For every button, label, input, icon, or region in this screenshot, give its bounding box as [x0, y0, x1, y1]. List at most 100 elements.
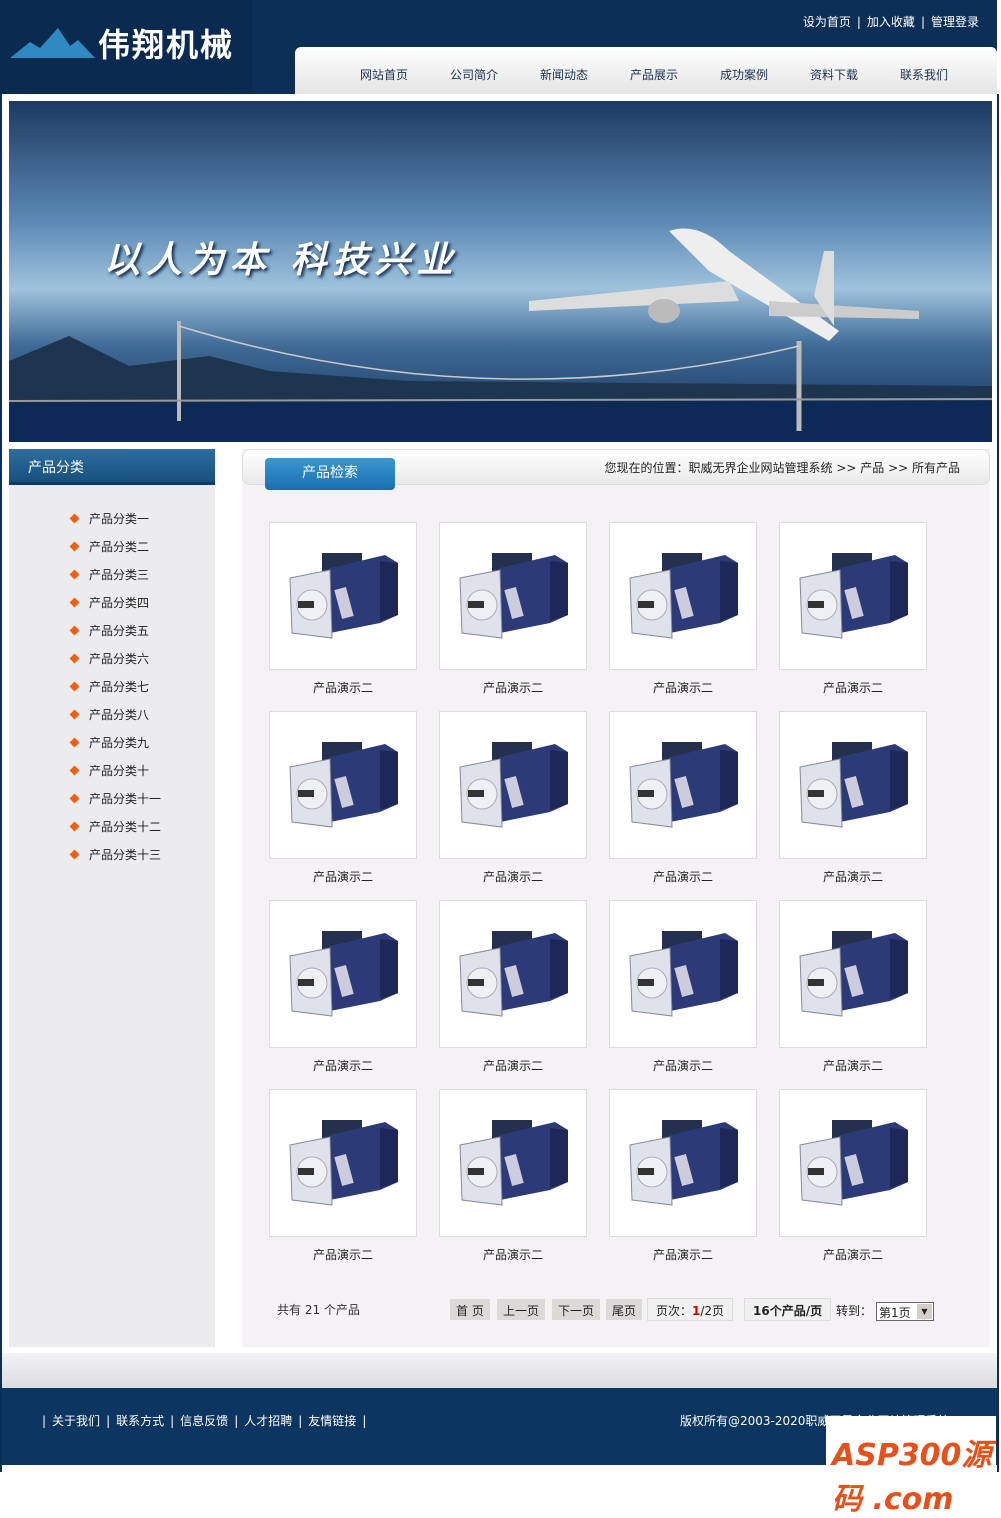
main-nav: 网站首页 公司简介 新闻动态 产品展示 成功案例 资料下载 联系我们: [295, 47, 997, 94]
motor-product-image: [459, 742, 568, 828]
nav-news[interactable]: 新闻动态: [519, 66, 609, 94]
sidebar-category-item[interactable]: 产品分类十三: [69, 840, 161, 868]
bullet-diamond-icon: [69, 849, 80, 859]
product-card[interactable]: [439, 522, 587, 670]
product-name[interactable]: 产品演示二: [609, 1057, 757, 1074]
product-card[interactable]: [439, 711, 587, 859]
last-page-button[interactable]: 尾页: [606, 1299, 643, 1320]
motor-product-image: [459, 1120, 568, 1206]
page-label: 页次：: [656, 1304, 693, 1318]
bullet-diamond-icon: [69, 597, 80, 607]
motor-product-image: [629, 742, 738, 828]
sidebar-category-item[interactable]: 产品分类五: [69, 616, 149, 644]
mountain-logo-icon: [10, 28, 95, 58]
per-page-info: 16个产品/页: [744, 1298, 832, 1321]
product-name[interactable]: 产品演示二: [269, 1246, 417, 1263]
set-homepage-link[interactable]: 设为首页: [803, 15, 851, 29]
nav-about[interactable]: 公司简介: [429, 66, 519, 94]
nav-products[interactable]: 产品展示: [609, 66, 699, 94]
sidebar-category-item[interactable]: 产品分类十二: [69, 812, 162, 840]
product-name[interactable]: 产品演示二: [779, 868, 927, 885]
sidebar-category-item[interactable]: 产品分类八: [69, 700, 149, 728]
nav-cases[interactable]: 成功案例: [699, 66, 789, 94]
product-name[interactable]: 产品演示二: [269, 868, 417, 885]
category-label: 产品分类十二: [89, 819, 162, 834]
bullet-diamond-icon: [69, 569, 80, 579]
product-name[interactable]: 产品演示二: [439, 868, 587, 885]
watermark-logo: ASP300源码 .com: [826, 1416, 996, 1517]
bullet-diamond-icon: [69, 541, 80, 551]
footer-link-contact[interactable]: 联系方式: [116, 1414, 164, 1428]
product-name[interactable]: 产品演示二: [779, 679, 927, 696]
product-card[interactable]: [439, 1089, 587, 1237]
bullet-diamond-icon: [69, 625, 80, 635]
product-name[interactable]: 产品演示二: [439, 1246, 587, 1263]
sidebar-category-item[interactable]: 产品分类六: [69, 644, 150, 672]
sidebar-category-item[interactable]: 产品分类十: [69, 756, 149, 784]
logo[interactable]: 伟翔机械: [0, 0, 252, 94]
sidebar-category-item[interactable]: 产品分类一: [69, 504, 149, 532]
product-name[interactable]: 产品演示二: [269, 679, 417, 696]
bullet-diamond-icon: [69, 681, 80, 691]
admin-login-link[interactable]: 管理登录: [931, 15, 979, 29]
motor-product-image: [799, 553, 908, 639]
sidebar-category-item[interactable]: 产品分类三: [69, 560, 149, 588]
prev-page-button[interactable]: 上一页: [497, 1299, 546, 1320]
category-label: 产品分类二: [89, 539, 150, 554]
product-card[interactable]: [269, 711, 417, 859]
product-name[interactable]: 产品演示二: [269, 1057, 417, 1074]
motor-product-image: [459, 553, 568, 639]
sidebar-category-item[interactable]: 产品分类十一: [69, 784, 161, 812]
product-card[interactable]: [269, 522, 417, 670]
motor-product-image: [289, 931, 398, 1017]
nav-home[interactable]: 网站首页: [339, 66, 429, 94]
bullet-diamond-icon: [69, 737, 80, 747]
page-total: /2页: [700, 1304, 725, 1318]
watermark-text: ASP300源码 .com: [832, 1438, 992, 1517]
product-name[interactable]: 产品演示二: [609, 679, 757, 696]
product-card[interactable]: [269, 900, 417, 1048]
product-card[interactable]: [779, 522, 927, 670]
product-card[interactable]: [609, 1089, 757, 1237]
product-card[interactable]: [609, 900, 757, 1048]
footer-link-about[interactable]: 关于我们: [52, 1414, 100, 1428]
nav-downloads[interactable]: 资料下载: [789, 66, 879, 94]
breadcrumb: 您现在的位置：职威无界企业网站管理系统 >> 产品 >> 所有产品: [604, 461, 960, 475]
product-card[interactable]: [439, 900, 587, 1048]
footer-link-jobs[interactable]: 人才招聘: [244, 1414, 292, 1428]
page-select[interactable]: 第1页 ▼: [876, 1302, 934, 1321]
sidebar-category-item[interactable]: 产品分类二: [69, 532, 150, 560]
sidebar-category-item[interactable]: 产品分类九: [69, 728, 149, 756]
footer-link-feedback[interactable]: 信息反馈: [180, 1414, 228, 1428]
motor-product-image: [289, 742, 398, 828]
product-card[interactable]: [269, 1089, 417, 1237]
product-card[interactable]: [779, 711, 927, 859]
product-card[interactable]: [609, 711, 757, 859]
product-name[interactable]: 产品演示二: [609, 1246, 757, 1263]
product-name[interactable]: 产品演示二: [609, 868, 757, 885]
product-name[interactable]: 产品演示二: [779, 1246, 927, 1263]
sidebar-category-item[interactable]: 产品分类七: [69, 672, 150, 700]
product-card[interactable]: [779, 1089, 927, 1237]
add-favorite-link[interactable]: 加入收藏: [867, 15, 915, 29]
tab-product-search[interactable]: 产品检索: [265, 458, 395, 490]
main-content: 产品检索 您现在的位置：职威无界企业网站管理系统 >> 产品 >> 所有产品 产…: [242, 449, 990, 1347]
motor-product-image: [629, 931, 738, 1017]
nav-contact[interactable]: 联系我们: [879, 66, 969, 94]
category-label: 产品分类四: [89, 595, 150, 610]
footer-link-friends[interactable]: 友情链接: [308, 1414, 356, 1428]
first-page-button[interactable]: 首 页: [450, 1299, 490, 1320]
logo-text: 伟翔机械: [98, 26, 235, 64]
sidebar-category-item[interactable]: 产品分类四: [69, 588, 150, 616]
category-label: 产品分类七: [89, 679, 150, 694]
product-name[interactable]: 产品演示二: [439, 679, 587, 696]
product-card[interactable]: [609, 522, 757, 670]
bullet-diamond-icon: [69, 793, 80, 803]
bullet-diamond-icon: [69, 709, 80, 719]
product-name[interactable]: 产品演示二: [439, 1057, 587, 1074]
next-page-button[interactable]: 下一页: [552, 1299, 601, 1320]
product-card[interactable]: [779, 900, 927, 1048]
motor-product-image: [799, 1120, 908, 1206]
category-label: 产品分类六: [89, 651, 150, 666]
product-name[interactable]: 产品演示二: [779, 1057, 927, 1074]
